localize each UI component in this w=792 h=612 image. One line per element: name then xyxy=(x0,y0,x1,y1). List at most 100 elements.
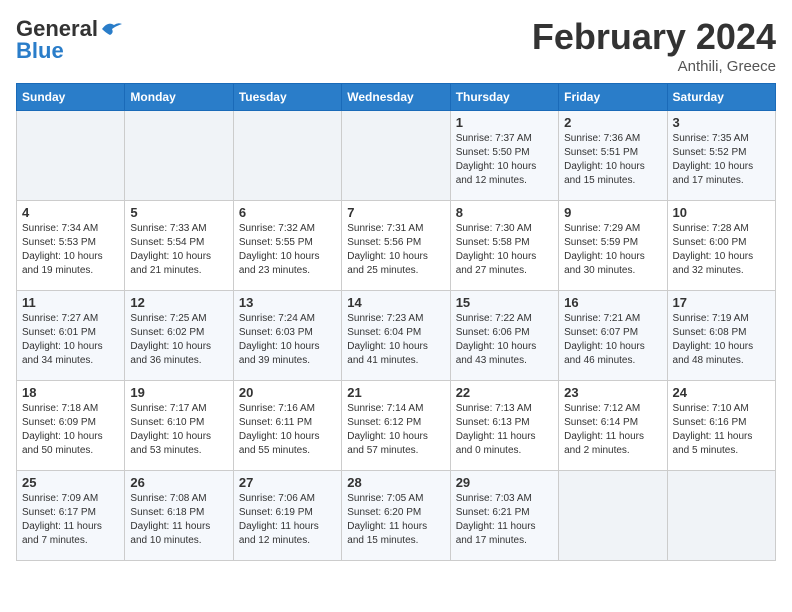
calendar-cell: 14Sunrise: 7:23 AM Sunset: 6:04 PM Dayli… xyxy=(342,291,450,381)
calendar-cell: 4Sunrise: 7:34 AM Sunset: 5:53 PM Daylig… xyxy=(17,201,125,291)
calendar-cell: 13 Sunrise: 7:24 AM Sunset: 6:03 PM Dayli… xyxy=(233,291,341,381)
day-number: 12 xyxy=(130,295,227,310)
day-header-wednesday: Wednesday xyxy=(342,84,450,111)
day-info: Sunrise: 7:28 AM Sunset: 6:00 PM Dayligh… xyxy=(673,222,770,278)
day-info: Sunrise: 7:36 AM Sunset: 5:51 PM Dayligh… xyxy=(564,132,661,188)
week-row-2: 4Sunrise: 7:34 AM Sunset: 5:53 PM Daylig… xyxy=(17,201,776,291)
day-info: Sunrise: 7:13 AM Sunset: 6:13 PM Dayligh… xyxy=(456,402,553,458)
logo-bird-icon xyxy=(100,21,122,37)
calendar-cell xyxy=(559,471,667,561)
day-number: 20 xyxy=(239,385,336,400)
day-info: Sunrise: 7:24 AM Sunset: 6:03 PM Dayligh… xyxy=(239,312,336,368)
day-header-monday: Monday xyxy=(125,84,233,111)
day-info: Sunrise: 7:34 AM Sunset: 5:53 PM Dayligh… xyxy=(22,222,119,278)
week-row-1: 1Sunrise: 7:37 AM Sunset: 5:50 PM Daylig… xyxy=(17,111,776,201)
day-info: Sunrise: 7:31 AM Sunset: 5:56 PM Dayligh… xyxy=(347,222,444,278)
day-number: 8 xyxy=(456,205,553,220)
day-info: Sunrise: 7:08 AM Sunset: 6:18 PM Dayligh… xyxy=(130,492,227,548)
calendar-cell: 7 Sunrise: 7:31 AM Sunset: 5:56 PM Daylig… xyxy=(342,201,450,291)
calendar-cell: 23 Sunrise: 7:12 AM Sunset: 6:14 PM Dayli… xyxy=(559,381,667,471)
calendar-cell: 28 Sunrise: 7:05 AM Sunset: 6:20 PM Dayli… xyxy=(342,471,450,561)
day-number: 17 xyxy=(673,295,770,310)
day-number: 21 xyxy=(347,385,444,400)
day-number: 10 xyxy=(673,205,770,220)
week-row-4: 18 Sunrise: 7:18 AM Sunset: 6:09 PM Dayli… xyxy=(17,381,776,471)
calendar-cell: 20 Sunrise: 7:16 AM Sunset: 6:11 PM Dayli… xyxy=(233,381,341,471)
day-info: Sunrise: 7:21 AM Sunset: 6:07 PM Dayligh… xyxy=(564,312,661,368)
calendar-cell xyxy=(233,111,341,201)
calendar-cell: 8 Sunrise: 7:30 AM Sunset: 5:58 PM Daylig… xyxy=(450,201,558,291)
calendar-cell: 15Sunrise: 7:22 AM Sunset: 6:06 PM Dayli… xyxy=(450,291,558,381)
day-header-sunday: Sunday xyxy=(17,84,125,111)
calendar-cell: 18 Sunrise: 7:18 AM Sunset: 6:09 PM Dayli… xyxy=(17,381,125,471)
day-info: Sunrise: 7:12 AM Sunset: 6:14 PM Dayligh… xyxy=(564,402,661,458)
calendar-cell xyxy=(667,471,775,561)
week-row-5: 25Sunrise: 7:09 AM Sunset: 6:17 PM Dayli… xyxy=(17,471,776,561)
calendar-cell: 2 Sunrise: 7:36 AM Sunset: 5:51 PM Daylig… xyxy=(559,111,667,201)
calendar-body: 1Sunrise: 7:37 AM Sunset: 5:50 PM Daylig… xyxy=(17,111,776,561)
calendar-cell: 17 Sunrise: 7:19 AM Sunset: 6:08 PM Dayli… xyxy=(667,291,775,381)
day-number: 28 xyxy=(347,475,444,490)
day-info: Sunrise: 7:33 AM Sunset: 5:54 PM Dayligh… xyxy=(130,222,227,278)
calendar-cell: 25Sunrise: 7:09 AM Sunset: 6:17 PM Dayli… xyxy=(17,471,125,561)
day-info: Sunrise: 7:30 AM Sunset: 5:58 PM Dayligh… xyxy=(456,222,553,278)
day-info: Sunrise: 7:05 AM Sunset: 6:20 PM Dayligh… xyxy=(347,492,444,548)
day-number: 7 xyxy=(347,205,444,220)
day-info: Sunrise: 7:19 AM Sunset: 6:08 PM Dayligh… xyxy=(673,312,770,368)
calendar-cell: 1Sunrise: 7:37 AM Sunset: 5:50 PM Daylig… xyxy=(450,111,558,201)
week-row-3: 11 Sunrise: 7:27 AM Sunset: 6:01 PM Dayli… xyxy=(17,291,776,381)
day-number: 27 xyxy=(239,475,336,490)
day-info: Sunrise: 7:25 AM Sunset: 6:02 PM Dayligh… xyxy=(130,312,227,368)
day-info: Sunrise: 7:29 AM Sunset: 5:59 PM Dayligh… xyxy=(564,222,661,278)
day-header-saturday: Saturday xyxy=(667,84,775,111)
logo-blue: Blue xyxy=(16,38,64,64)
calendar-cell: 5 Sunrise: 7:33 AM Sunset: 5:54 PM Daylig… xyxy=(125,201,233,291)
day-info: Sunrise: 7:06 AM Sunset: 6:19 PM Dayligh… xyxy=(239,492,336,548)
day-number: 1 xyxy=(456,115,553,130)
day-number: 9 xyxy=(564,205,661,220)
day-number: 24 xyxy=(673,385,770,400)
day-number: 3 xyxy=(673,115,770,130)
day-info: Sunrise: 7:32 AM Sunset: 5:55 PM Dayligh… xyxy=(239,222,336,278)
month-title: February 2024 xyxy=(532,16,776,58)
location: Anthili, Greece xyxy=(532,58,776,75)
day-number: 23 xyxy=(564,385,661,400)
calendar-cell: 21Sunrise: 7:14 AM Sunset: 6:12 PM Dayli… xyxy=(342,381,450,471)
day-header-tuesday: Tuesday xyxy=(233,84,341,111)
title-block: February 2024 Anthili, Greece xyxy=(532,16,776,75)
day-number: 18 xyxy=(22,385,119,400)
day-number: 5 xyxy=(130,205,227,220)
day-number: 6 xyxy=(239,205,336,220)
calendar-cell: 22 Sunrise: 7:13 AM Sunset: 6:13 PM Dayli… xyxy=(450,381,558,471)
day-number: 13 xyxy=(239,295,336,310)
day-number: 14 xyxy=(347,295,444,310)
day-number: 11 xyxy=(22,295,119,310)
day-info: Sunrise: 7:16 AM Sunset: 6:11 PM Dayligh… xyxy=(239,402,336,458)
calendar-cell xyxy=(17,111,125,201)
day-info: Sunrise: 7:27 AM Sunset: 6:01 PM Dayligh… xyxy=(22,312,119,368)
day-header-friday: Friday xyxy=(559,84,667,111)
day-number: 2 xyxy=(564,115,661,130)
calendar-cell: 24Sunrise: 7:10 AM Sunset: 6:16 PM Dayli… xyxy=(667,381,775,471)
page-header: General Blue February 2024 Anthili, Gree… xyxy=(16,16,776,75)
logo: General Blue xyxy=(16,16,122,64)
calendar-cell: 10 Sunrise: 7:28 AM Sunset: 6:00 PM Dayli… xyxy=(667,201,775,291)
calendar-cell: 29 Sunrise: 7:03 AM Sunset: 6:21 PM Dayli… xyxy=(450,471,558,561)
day-header-thursday: Thursday xyxy=(450,84,558,111)
calendar-cell: 9 Sunrise: 7:29 AM Sunset: 5:59 PM Daylig… xyxy=(559,201,667,291)
calendar-cell: 26 Sunrise: 7:08 AM Sunset: 6:18 PM Dayli… xyxy=(125,471,233,561)
calendar-cell xyxy=(342,111,450,201)
calendar-cell: 19Sunrise: 7:17 AM Sunset: 6:10 PM Dayli… xyxy=(125,381,233,471)
calendar-cell: 3Sunrise: 7:35 AM Sunset: 5:52 PM Daylig… xyxy=(667,111,775,201)
calendar-cell: 16Sunrise: 7:21 AM Sunset: 6:07 PM Dayli… xyxy=(559,291,667,381)
day-info: Sunrise: 7:22 AM Sunset: 6:06 PM Dayligh… xyxy=(456,312,553,368)
day-info: Sunrise: 7:18 AM Sunset: 6:09 PM Dayligh… xyxy=(22,402,119,458)
day-number: 29 xyxy=(456,475,553,490)
day-number: 25 xyxy=(22,475,119,490)
day-info: Sunrise: 7:03 AM Sunset: 6:21 PM Dayligh… xyxy=(456,492,553,548)
day-info: Sunrise: 7:17 AM Sunset: 6:10 PM Dayligh… xyxy=(130,402,227,458)
day-number: 22 xyxy=(456,385,553,400)
calendar-cell: 11 Sunrise: 7:27 AM Sunset: 6:01 PM Dayli… xyxy=(17,291,125,381)
calendar-header-row: SundayMondayTuesdayWednesdayThursdayFrid… xyxy=(17,84,776,111)
day-number: 26 xyxy=(130,475,227,490)
